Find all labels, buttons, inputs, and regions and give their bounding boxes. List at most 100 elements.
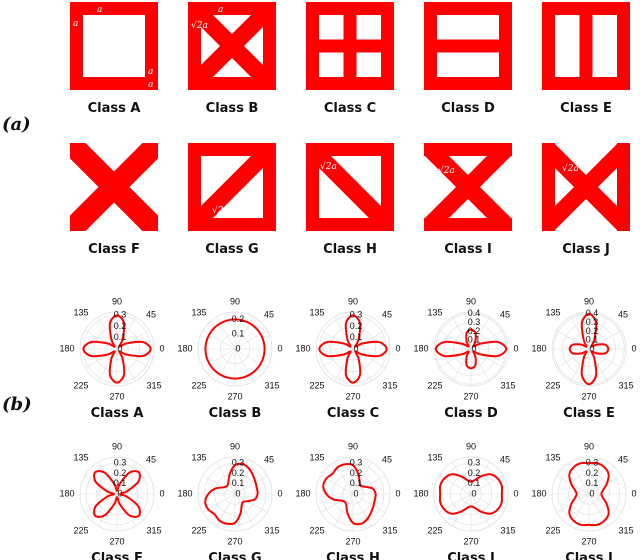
angle-tick-label: 135 xyxy=(545,452,560,462)
radial-tick-label: 0.3 xyxy=(350,310,363,320)
class-label: Class B xyxy=(206,101,259,116)
radial-tick-label: 0.1 xyxy=(114,478,127,488)
angle-tick-label: 135 xyxy=(427,307,442,317)
angle-tick-label: 180 xyxy=(531,343,546,353)
angle-tick-label: 225 xyxy=(191,525,206,535)
radial-tick-label: 0.3 xyxy=(114,458,127,468)
angle-tick-label: 225 xyxy=(427,525,442,535)
angle-tick-label: 225 xyxy=(191,380,206,390)
radial-tick-label: 0.3 xyxy=(586,458,599,468)
dimension-label: a xyxy=(148,80,153,90)
radial-tick-label: 0.1 xyxy=(350,332,363,342)
class-label: Class J xyxy=(562,242,610,257)
polar-plot-class-e: 00.10.20.30.490450315270225180135Class E xyxy=(531,296,636,421)
angle-tick-label: 135 xyxy=(545,307,560,317)
angle-tick-label: 225 xyxy=(309,380,324,390)
radial-tick-label: 0.3 xyxy=(468,458,481,468)
structure-class-b: a √2a Class B xyxy=(188,2,276,116)
radial-tick-label: 0 xyxy=(117,488,122,498)
angle-tick-label: 90 xyxy=(348,296,358,306)
radial-tick-label: 0.2 xyxy=(586,326,599,336)
angle-tick-label: 90 xyxy=(584,296,594,306)
class-label: Class I xyxy=(444,242,492,257)
dimension-label: a xyxy=(97,5,102,15)
radial-tick-label: 0 xyxy=(589,488,594,498)
structure-class-g: √2a Class G xyxy=(188,143,276,257)
angle-tick-label: 90 xyxy=(230,296,240,306)
angle-tick-label: 90 xyxy=(466,296,476,306)
angle-tick-label: 270 xyxy=(109,391,124,401)
angle-tick-label: 0 xyxy=(631,343,636,353)
angle-tick-label: 45 xyxy=(264,309,274,319)
angle-tick-label: 315 xyxy=(618,525,633,535)
angle-tick-label: 180 xyxy=(59,488,74,498)
angle-tick-label: 90 xyxy=(112,441,122,451)
angle-tick-label: 135 xyxy=(73,307,88,317)
class-label: Class E xyxy=(560,101,612,116)
dimension-label: a xyxy=(73,19,78,29)
angle-tick-label: 45 xyxy=(618,454,628,464)
angle-tick-label: 0 xyxy=(513,343,518,353)
structure-class-h: √2a Class H xyxy=(306,143,394,257)
class-label: Class F xyxy=(88,242,140,257)
class-label: Class E xyxy=(563,406,615,421)
class-label: Class D xyxy=(441,101,495,116)
angle-tick-label: 225 xyxy=(427,380,442,390)
radial-tick-label: 0.2 xyxy=(586,468,599,478)
angle-tick-label: 45 xyxy=(146,309,156,319)
class-label: Class C xyxy=(327,406,379,421)
radial-tick-label: 0 xyxy=(353,343,358,353)
radial-tick-label: 0.3 xyxy=(114,310,127,320)
angle-tick-label: 315 xyxy=(146,380,161,390)
polar-plot-class-g: 00.10.20.390450315270225180135Class G xyxy=(177,441,282,560)
angle-tick-label: 45 xyxy=(264,454,274,464)
angle-tick-label: 270 xyxy=(109,536,124,546)
radial-tick-label: 0.2 xyxy=(468,326,481,336)
structure-class-j: √2a Class J xyxy=(542,143,630,257)
angle-tick-label: 270 xyxy=(581,536,596,546)
dimension-label: √2a xyxy=(562,163,579,174)
class-label: Class I xyxy=(447,551,495,560)
polar-plot-class-a: 00.10.20.390450315270225180135Class A xyxy=(59,296,164,421)
angle-tick-label: 315 xyxy=(382,525,397,535)
angle-tick-label: 315 xyxy=(146,525,161,535)
radial-tick-label: 0.2 xyxy=(232,314,245,324)
polar-plot-class-b: 0 0.1 0.2 90 45 0 315 270 225 180 135 Class B xyxy=(177,296,282,421)
angle-tick-label: 180 xyxy=(413,343,428,353)
class-label: Class H xyxy=(323,242,377,257)
radial-tick-label: 0.3 xyxy=(586,317,599,327)
polar-plot-class-d: 00.10.20.30.490450315270225180135Class D xyxy=(413,296,518,421)
angle-tick-label: 0 xyxy=(631,488,636,498)
angle-tick-label: 180 xyxy=(531,488,546,498)
class-label: Class B xyxy=(209,406,262,421)
angle-tick-label: 0 xyxy=(513,488,518,498)
angle-tick-label: 135 xyxy=(191,307,206,317)
angle-tick-label: 135 xyxy=(309,307,324,317)
angle-tick-label: 90 xyxy=(466,441,476,451)
panel-label-b: (b) xyxy=(2,394,32,415)
angle-tick-label: 270 xyxy=(227,536,242,546)
angle-tick-label: 315 xyxy=(382,380,397,390)
class-label: Class A xyxy=(88,101,141,116)
angle-tick-label: 45 xyxy=(500,309,510,319)
structure-class-a: aaaaClass A xyxy=(70,2,158,116)
radial-tick-label: 0.2 xyxy=(232,468,245,478)
angle-tick-label: 270 xyxy=(345,391,360,401)
radial-tick-label: 0 xyxy=(589,343,594,353)
angle-tick-label: 90 xyxy=(348,441,358,451)
angle-tick-label: 90 xyxy=(230,441,240,451)
polar-plots: 00.10.20.390450315270225180135Class A00.… xyxy=(59,296,636,560)
angle-tick-label: 225 xyxy=(545,380,560,390)
radial-tick-label: 0.3 xyxy=(468,317,481,327)
angle-tick-label: 180 xyxy=(295,343,310,353)
angle-tick-label: 180 xyxy=(59,343,74,353)
structure-class-i: √2a Class I xyxy=(424,143,512,257)
polar-plot-class-f: 00.10.20.390450315270225180135Class F xyxy=(59,441,164,560)
angle-tick-label: 45 xyxy=(618,309,628,319)
radial-tick-label: 0.1 xyxy=(468,478,481,488)
angle-tick-label: 270 xyxy=(463,536,478,546)
angle-tick-label: 180 xyxy=(295,488,310,498)
angle-tick-label: 0 xyxy=(395,343,400,353)
dimension-label: √2a xyxy=(212,205,229,216)
angle-tick-label: 135 xyxy=(309,452,324,462)
